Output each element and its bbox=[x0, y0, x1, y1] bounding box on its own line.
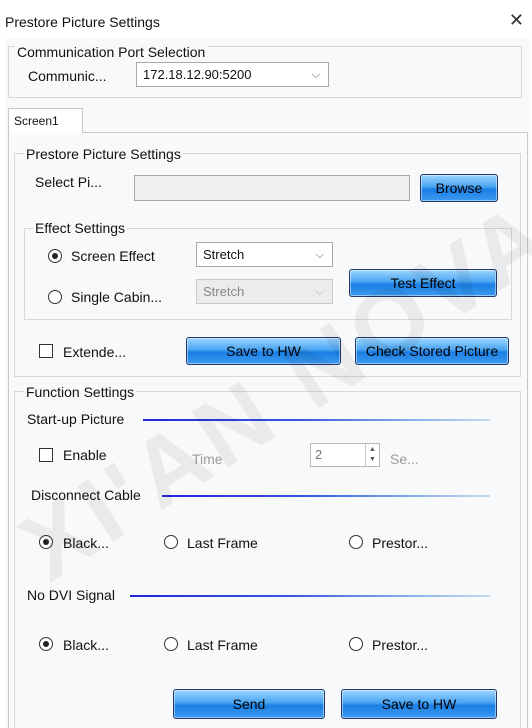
no-dvi-heading: No DVI Signal bbox=[27, 587, 115, 603]
send-button[interactable]: Send bbox=[173, 689, 325, 719]
chevron-down-icon: ⌵ bbox=[311, 69, 320, 81]
tab-screen1-label: Screen1 bbox=[14, 114, 59, 128]
no-dvi-divider bbox=[130, 595, 490, 597]
single-cabinet-value: Stretch bbox=[203, 284, 245, 299]
no-dvi-last-frame-label: Last Frame bbox=[187, 637, 258, 653]
disconnect-prestored-radio[interactable] bbox=[349, 535, 363, 549]
disconnect-divider bbox=[162, 495, 490, 497]
effect-settings-title: Effect Settings bbox=[33, 220, 128, 236]
seconds-label: Se... bbox=[390, 451, 419, 467]
no-dvi-black-radio[interactable] bbox=[39, 637, 53, 651]
screen-effect-radio[interactable] bbox=[48, 249, 62, 263]
function-settings-group bbox=[14, 391, 521, 728]
chevron-down-icon: ⌵ bbox=[315, 249, 324, 261]
no-dvi-prestored-label: Prestor... bbox=[372, 637, 429, 653]
function-settings-title: Function Settings bbox=[24, 384, 137, 400]
test-effect-button[interactable]: Test Effect bbox=[349, 269, 497, 297]
disconnect-last-frame-label: Last Frame bbox=[187, 535, 258, 551]
single-cabinet-radio[interactable] bbox=[48, 290, 62, 304]
comm-port-value: 172.18.12.90:5200 bbox=[143, 67, 252, 82]
enable-checkbox[interactable] bbox=[39, 448, 53, 462]
single-cabinet-select: Stretch ⌵ bbox=[196, 279, 333, 304]
prestore-group-title: Prestore Picture Settings bbox=[24, 146, 183, 162]
browse-button[interactable]: Browse bbox=[420, 174, 498, 202]
tab-screen1[interactable]: Screen1 bbox=[8, 108, 83, 133]
enable-label: Enable bbox=[63, 447, 107, 463]
disconnect-black-label: Black... bbox=[63, 535, 109, 551]
extended-checkbox[interactable] bbox=[39, 344, 53, 358]
startup-picture-heading: Start-up Picture bbox=[27, 411, 125, 427]
stepper-arrows-icon: ▲ ▼ bbox=[365, 444, 379, 466]
no-dvi-prestored-radio[interactable] bbox=[349, 637, 363, 651]
comm-port-group-title: Communication Port Selection bbox=[15, 44, 208, 60]
window-title: Prestore Picture Settings bbox=[5, 14, 160, 30]
extended-label: Extende... bbox=[63, 344, 127, 360]
chevron-down-icon: ⌵ bbox=[315, 286, 324, 298]
select-picture-input[interactable] bbox=[134, 175, 410, 201]
time-label: Time bbox=[192, 451, 223, 467]
disconnect-prestored-label: Prestor... bbox=[372, 535, 429, 551]
disconnect-cable-heading: Disconnect Cable bbox=[31, 487, 141, 503]
startup-divider bbox=[143, 419, 490, 421]
time-stepper: 2 ▲ ▼ bbox=[310, 443, 380, 467]
check-stored-picture-button[interactable]: Check Stored Picture bbox=[355, 337, 509, 365]
no-dvi-black-label: Black... bbox=[63, 637, 109, 653]
close-icon[interactable]: ✕ bbox=[509, 11, 524, 29]
select-picture-label: Select Pi... bbox=[35, 174, 102, 190]
time-value: 2 bbox=[315, 447, 323, 462]
comm-port-label: Communic... bbox=[28, 68, 107, 84]
disconnect-last-frame-radio[interactable] bbox=[164, 535, 178, 549]
comm-port-select[interactable]: 172.18.12.90:5200 ⌵ bbox=[136, 62, 329, 87]
no-dvi-last-frame-radio[interactable] bbox=[164, 637, 178, 651]
screen-effect-label: Screen Effect bbox=[71, 248, 155, 264]
screen-effect-select[interactable]: Stretch ⌵ bbox=[196, 242, 333, 267]
footer-save-to-hw-button[interactable]: Save to HW bbox=[341, 689, 497, 719]
screen-effect-value: Stretch bbox=[203, 247, 245, 262]
disconnect-black-radio[interactable] bbox=[39, 535, 53, 549]
save-to-hw-button[interactable]: Save to HW bbox=[186, 337, 341, 365]
single-cabinet-label: Single Cabin... bbox=[71, 289, 163, 305]
